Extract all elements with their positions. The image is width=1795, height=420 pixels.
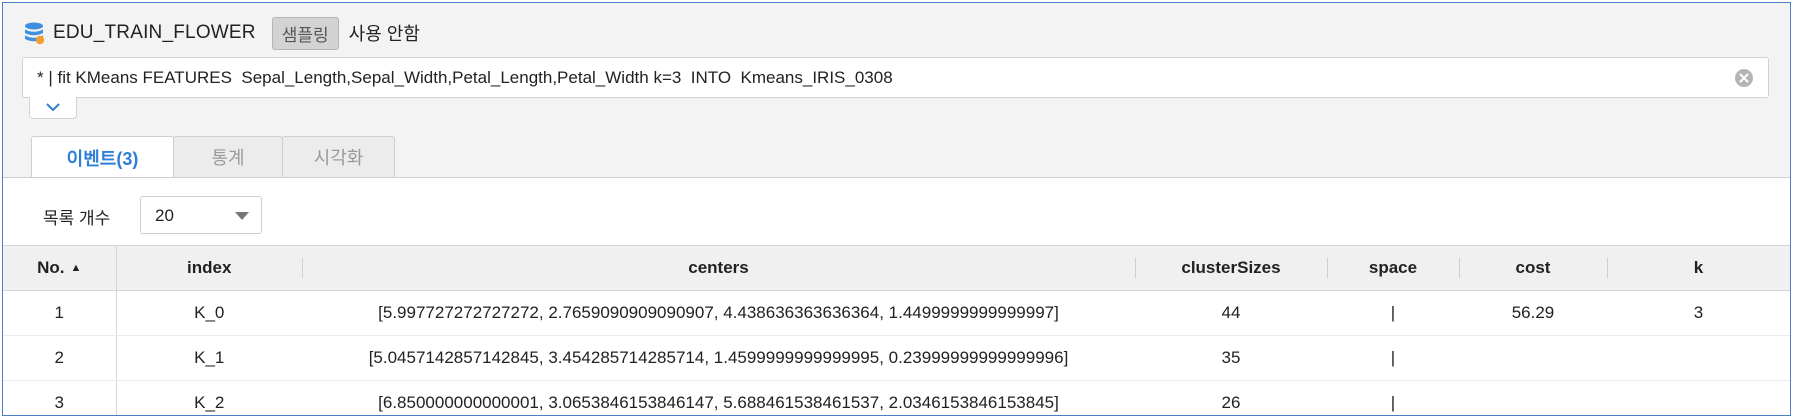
- cell-space: |: [1327, 290, 1459, 336]
- dropdown-caret-icon: [235, 212, 249, 220]
- events-panel: 목록 개수 20 No. ▲ index centers clusterSizes…: [3, 177, 1790, 415]
- column-header-centers[interactable]: centers: [302, 245, 1135, 291]
- column-header-cost[interactable]: cost: [1459, 245, 1607, 291]
- column-separator: [1327, 258, 1328, 278]
- column-header-no[interactable]: No. ▲: [3, 245, 117, 291]
- expand-query-button[interactable]: [29, 97, 77, 119]
- sampling-button[interactable]: 샘플링: [271, 16, 339, 50]
- column-separator: [1607, 258, 1608, 278]
- chevron-down-icon: [46, 103, 60, 112]
- cell-centers: [5.0457142857142845, 3.454285714285714, …: [302, 335, 1135, 381]
- cell-k: 3: [1607, 290, 1790, 336]
- column-header-clustersizes[interactable]: clusterSizes: [1135, 245, 1327, 291]
- cell-cluster-sizes: 26: [1135, 380, 1327, 415]
- column-header-k[interactable]: k: [1607, 245, 1790, 291]
- rows-count-select[interactable]: 20: [140, 196, 262, 234]
- cell-space: |: [1327, 335, 1459, 381]
- column-separator: [1459, 258, 1460, 278]
- cell-k: [1607, 335, 1790, 381]
- cell-cost: [1459, 335, 1607, 381]
- tab-statistics[interactable]: 통계: [173, 136, 283, 177]
- cell-centers: [6.850000000000001, 3.0653846153846147, …: [302, 380, 1135, 415]
- cell-space: |: [1327, 380, 1459, 415]
- column-separator: [302, 258, 303, 278]
- tab-events[interactable]: 이벤트(3): [31, 136, 174, 178]
- query-text[interactable]: * | fit KMeans FEATURES Sepal_Length,Sep…: [37, 68, 893, 88]
- sampling-status: 사용 안함: [348, 24, 420, 44]
- column-separator: [1135, 258, 1136, 278]
- cell-no: 1: [3, 290, 117, 336]
- cell-k: [1607, 380, 1790, 415]
- rows-count-label: 목록 개수: [43, 209, 111, 228]
- rows-count-value: 20: [155, 206, 174, 225]
- column-header-index[interactable]: index: [116, 245, 302, 291]
- sort-asc-icon: ▲: [70, 262, 82, 274]
- results-table: No. ▲ index centers clusterSizes space co…: [3, 245, 1790, 415]
- table-row[interactable]: 2 K_1 [5.0457142857142845, 3.45428571428…: [3, 335, 1790, 381]
- clear-icon[interactable]: [1734, 68, 1754, 88]
- cell-cluster-sizes: 35: [1135, 335, 1327, 381]
- cell-index: K_0: [116, 290, 302, 336]
- cell-cost: 56.29: [1459, 290, 1607, 336]
- cell-centers: [5.997727272727272, 2.7659090909090907, …: [302, 290, 1135, 336]
- table-row[interactable]: 1 K_0 [5.997727272727272, 2.765909090909…: [3, 290, 1790, 336]
- query-input[interactable]: * | fit KMeans FEATURES Sepal_Length,Sep…: [22, 57, 1769, 98]
- tab-visualization[interactable]: 시각화: [282, 136, 395, 177]
- cell-index: K_2: [116, 380, 302, 415]
- column-header-space[interactable]: space: [1327, 245, 1459, 291]
- cell-no: 2: [3, 335, 117, 381]
- table-header-row: No. ▲ index centers clusterSizes space co…: [3, 245, 1790, 291]
- table-row[interactable]: 3 K_2 [6.850000000000001, 3.065384615384…: [3, 380, 1790, 415]
- result-tabs: 이벤트(3) 통계 시각화: [31, 136, 395, 178]
- cell-cluster-sizes: 44: [1135, 290, 1327, 336]
- search-panel: EDU_TRAIN_FLOWER 샘플링 사용 안함 * | fit KMean…: [2, 2, 1791, 416]
- database-icon: [23, 21, 45, 45]
- dataset-header: EDU_TRAIN_FLOWER 샘플링 사용 안함: [23, 16, 420, 50]
- cell-no: 3: [3, 380, 117, 415]
- dataset-name[interactable]: EDU_TRAIN_FLOWER: [53, 22, 256, 44]
- cell-cost: [1459, 380, 1607, 415]
- cell-index: K_1: [116, 335, 302, 381]
